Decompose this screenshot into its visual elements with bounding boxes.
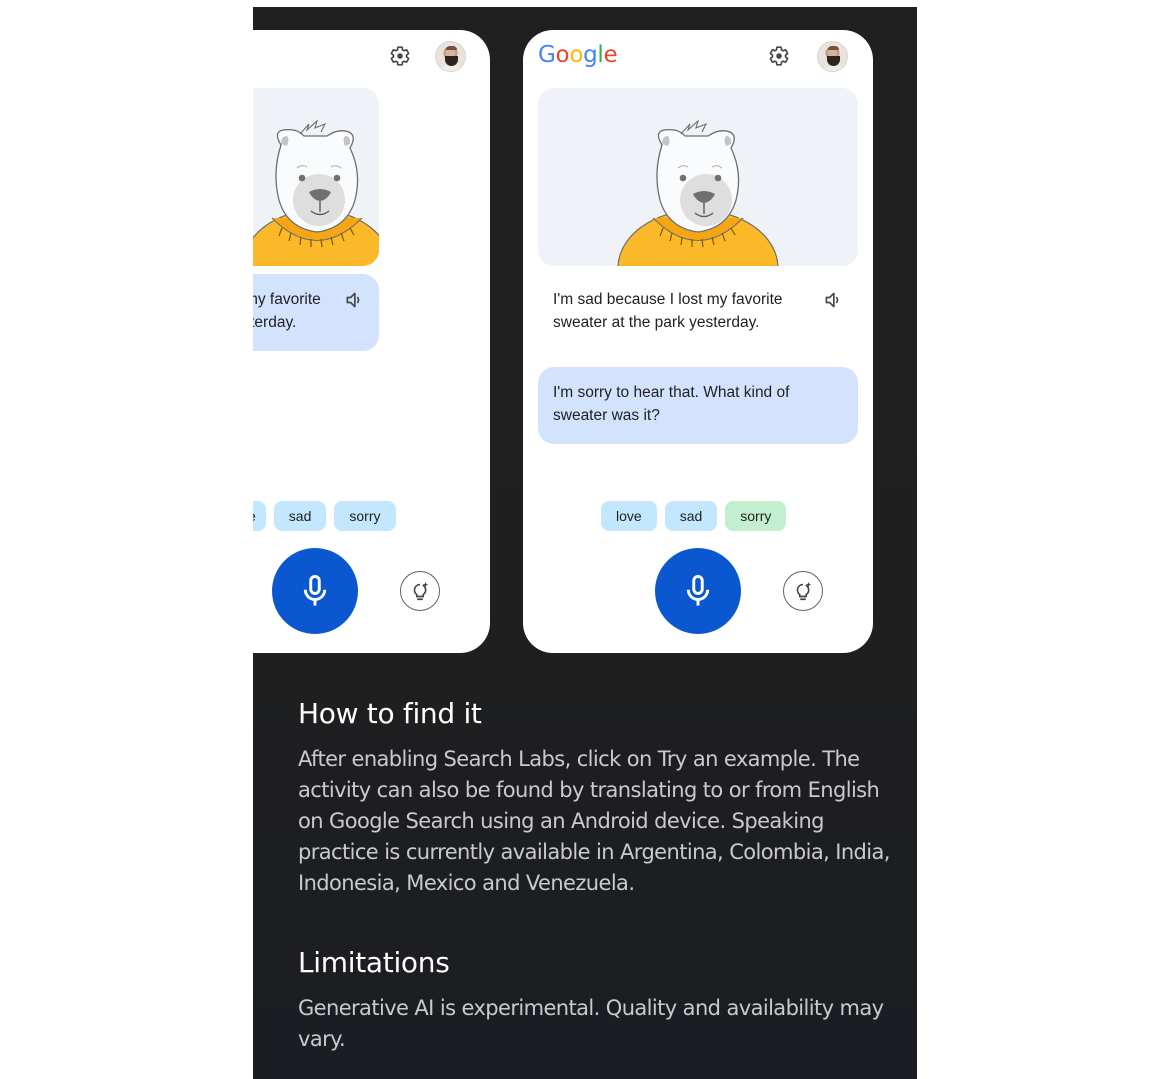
- top-bar: Google: [523, 30, 873, 86]
- bot-message-line2: sweater was it?: [553, 407, 660, 424]
- user-message-line1: I'm sad because I lost my favorite: [553, 291, 783, 308]
- microphone-icon: [686, 574, 710, 606]
- speaker-icon[interactable]: [823, 290, 843, 310]
- article-content: How to find it After enabling Search Lab…: [298, 697, 898, 1051]
- avatar[interactable]: [435, 41, 466, 72]
- section-limitations: Limitations Generative AI is experimenta…: [298, 946, 898, 1055]
- chip-sorry[interactable]: sorry: [725, 501, 787, 531]
- top-bar: [253, 30, 490, 86]
- bear-illustration: [538, 88, 858, 266]
- mic-button[interactable]: [272, 548, 358, 634]
- bot-message-bubble: I'm sorry to hear that. What kind of swe…: [538, 367, 858, 444]
- chip-sorry[interactable]: sorry: [334, 501, 396, 531]
- chip-love[interactable]: e: [253, 501, 266, 531]
- bear-character-icon: [617, 119, 779, 266]
- avatar[interactable]: [817, 41, 848, 72]
- microphone-icon: [303, 574, 327, 606]
- lightbulb-sparkle-icon: [796, 581, 812, 601]
- speaker-icon[interactable]: [344, 290, 364, 310]
- user-message: I'm sad because I lost my favorite sweat…: [538, 274, 858, 351]
- word-chips: e sad sorry: [253, 501, 396, 531]
- article-panel: ause I lost my favorite he park yesterda…: [253, 7, 917, 1079]
- hint-button[interactable]: [400, 571, 440, 611]
- phone-screen-left: ause I lost my favorite he park yesterda…: [253, 30, 490, 653]
- bear-illustration: [253, 88, 379, 266]
- user-message-line2: sweater at the park yesterday.: [553, 314, 760, 331]
- bear-character-icon: [253, 119, 379, 266]
- chip-love[interactable]: love: [601, 501, 657, 531]
- word-chips: love sad sorry: [601, 501, 787, 531]
- hint-button[interactable]: [783, 571, 823, 611]
- gear-icon[interactable]: [389, 45, 411, 67]
- chip-sad[interactable]: sad: [664, 501, 718, 531]
- section-body: Generative AI is experimental. Quality a…: [298, 996, 884, 1051]
- section-heading: How to find it: [298, 697, 482, 730]
- section-how-to-find: How to find it After enabling Search Lab…: [298, 697, 898, 899]
- bot-message-line1: I'm sorry to hear that. What kind of: [553, 384, 790, 401]
- chip-sad[interactable]: sad: [273, 501, 327, 531]
- google-logo: Google: [538, 42, 618, 68]
- lightbulb-sparkle-icon: [413, 581, 429, 601]
- user-message-bubble: ause I lost my favorite he park yesterda…: [253, 274, 379, 351]
- user-message-line2: he park yesterday.: [253, 314, 297, 331]
- phone-screen-right: Google I'm sad because I lost my favorit…: [523, 30, 873, 653]
- mic-button[interactable]: [655, 548, 741, 634]
- section-body: After enabling Search Labs, click on Try…: [298, 747, 890, 895]
- section-heading: Limitations: [298, 946, 450, 979]
- gear-icon[interactable]: [768, 45, 790, 67]
